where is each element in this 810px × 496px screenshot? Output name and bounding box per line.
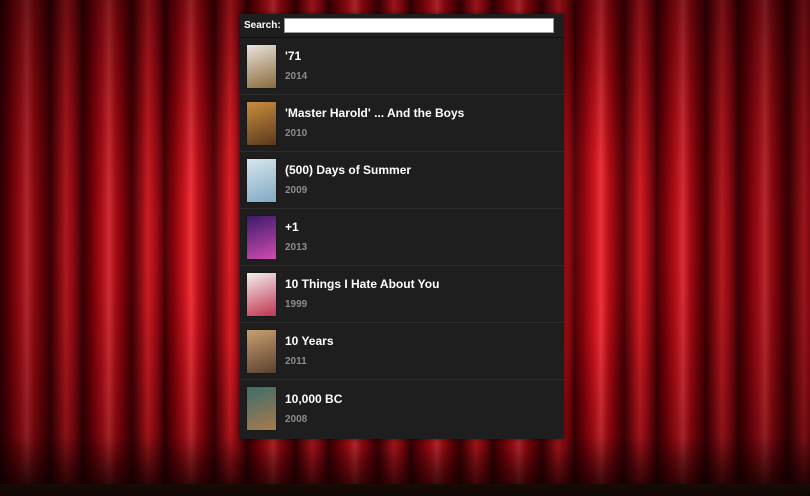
list-item[interactable]: 'Master Harold' ... And the Boys 2010 bbox=[240, 95, 564, 152]
movie-poster bbox=[247, 158, 276, 202]
movie-title: 'Master Harold' ... And the Boys bbox=[285, 106, 465, 120]
movie-title: (500) Days of Summer bbox=[285, 163, 412, 177]
list-item[interactable]: 10 Things I Hate About You 1999 bbox=[240, 266, 564, 323]
movie-poster bbox=[247, 387, 276, 430]
movie-title: +1 bbox=[285, 220, 299, 234]
search-bar: Search: bbox=[240, 14, 564, 38]
list-item[interactable]: 10,000 BC 2008 bbox=[240, 380, 564, 437]
movie-poster bbox=[247, 272, 276, 316]
movie-title: 10 Years bbox=[285, 334, 334, 348]
movie-year: 2009 bbox=[285, 185, 308, 196]
list-item[interactable]: (500) Days of Summer 2009 bbox=[240, 152, 564, 209]
list-item[interactable]: '71 2014 bbox=[240, 38, 564, 95]
movie-year: 1999 bbox=[285, 299, 308, 310]
movie-year: 2008 bbox=[285, 413, 308, 425]
movie-poster bbox=[247, 101, 276, 145]
list-item[interactable]: +1 2013 bbox=[240, 209, 564, 266]
movie-year: 2011 bbox=[285, 356, 307, 367]
movie-year: 2010 bbox=[285, 128, 308, 139]
list-item[interactable]: 10 Years 2011 bbox=[240, 323, 564, 380]
movie-list: '71 2014 'Master Harold' ... And the Boy… bbox=[240, 38, 564, 437]
movie-list-panel: Search: '71 2014 'Master Harold' ... And… bbox=[240, 14, 564, 439]
movie-title: 10,000 BC bbox=[285, 391, 343, 406]
movie-title: '71 bbox=[285, 49, 302, 63]
movie-poster bbox=[247, 329, 276, 373]
search-label: Search: bbox=[244, 20, 281, 31]
movie-poster bbox=[247, 215, 276, 259]
movie-poster bbox=[247, 44, 276, 88]
movie-title: 10 Things I Hate About You bbox=[285, 277, 440, 291]
search-input[interactable] bbox=[283, 18, 554, 33]
stage-floor bbox=[0, 484, 810, 496]
movie-year: 2013 bbox=[285, 242, 308, 253]
movie-year: 2014 bbox=[285, 71, 308, 82]
